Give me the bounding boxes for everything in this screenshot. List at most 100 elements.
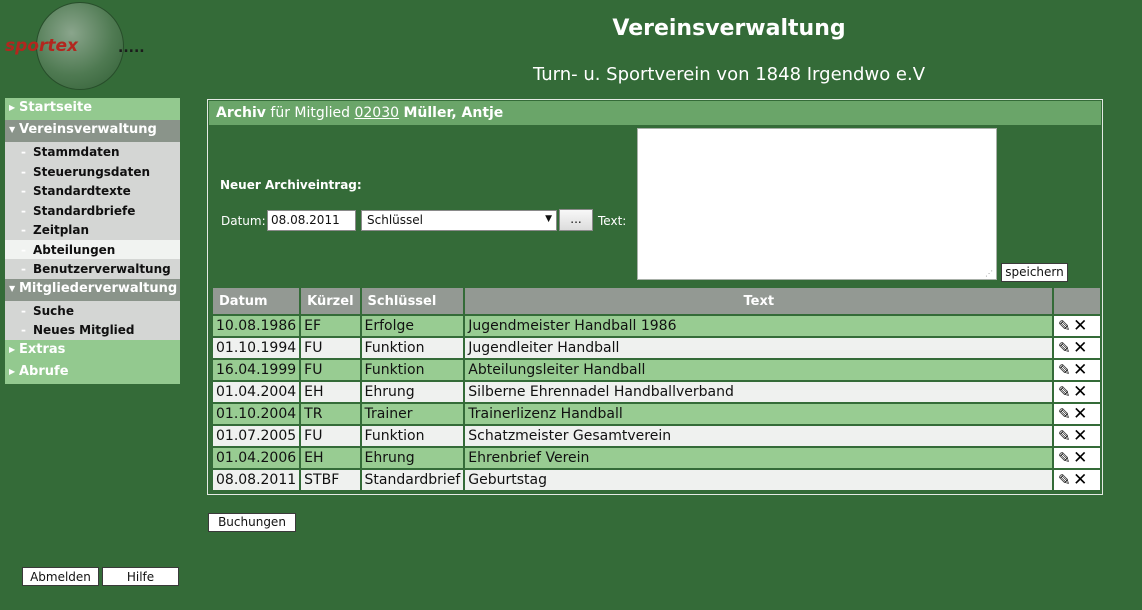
cell-date: 01.04.2004 (213, 382, 300, 402)
sidebar-subitem-zeitplan[interactable]: - Zeitplan (5, 220, 180, 240)
sidebar-item-abrufe[interactable]: ▶ Abrufe (5, 361, 180, 384)
column-header-actions (1054, 288, 1100, 314)
column-header-datum[interactable]: Datum (213, 288, 300, 314)
sidebar-subitem-label: Neues Mitglied (33, 323, 135, 337)
table-row[interactable]: 10.08.1986 EF Erfolge Jugendmeister Handbal… (213, 316, 1100, 336)
cell-date: 01.10.2004 (213, 404, 300, 424)
cell-date: 16.04.1999 (213, 360, 300, 380)
table-row[interactable]: 01.04.2006 EH Ehrung Ehrenbrief Verein ✎ ✕ (213, 448, 1100, 468)
table-row[interactable]: 16.04.1999 FU Funktion Abteilungsleiter Han… (213, 360, 1100, 380)
sidebar-item-label: Extras (19, 341, 66, 357)
sidebar-subitem-steuerungsdaten[interactable]: - Steuerungsdaten (5, 161, 180, 181)
row-actions: ✎ ✕ (1054, 338, 1100, 358)
cell-text: Jugendmeister Handball 1986 (465, 316, 1053, 336)
sidebar-item-mitgliederverwaltung[interactable]: ▼ Mitgliederverwaltung (5, 278, 180, 301)
pencil-icon[interactable]: ✎ (1056, 427, 1072, 445)
column-header-text[interactable]: Text (465, 288, 1053, 314)
sidebar-nav: ▶ Startseite ▼ Vereinsverwaltung - Stammdat… (5, 98, 180, 384)
pencil-icon[interactable]: ✎ (1056, 383, 1072, 401)
panel-title-prefix: Archiv (216, 105, 266, 121)
logout-button[interactable]: Abmelden (22, 567, 99, 586)
panel-title: Archiv für Mitglied 02030 Müller, Antje (209, 101, 1101, 125)
delete-x-icon[interactable]: ✕ (1072, 361, 1088, 379)
sidebar-subitem-stammdaten[interactable]: - Stammdaten (5, 142, 180, 162)
row-actions: ✎ ✕ (1054, 382, 1100, 402)
dash-icon: - (21, 145, 26, 159)
cell-code: STBF (301, 470, 360, 490)
delete-x-icon[interactable]: ✕ (1072, 317, 1088, 335)
pencil-icon[interactable]: ✎ (1056, 317, 1072, 335)
member-id-link[interactable]: 02030 (354, 105, 399, 121)
pencil-icon[interactable]: ✎ (1056, 449, 1072, 467)
delete-x-icon[interactable]: ✕ (1072, 339, 1088, 357)
chevron-right-icon: ▶ (9, 366, 16, 376)
delete-x-icon[interactable]: ✕ (1072, 471, 1088, 489)
row-actions: ✎ ✕ (1054, 470, 1100, 490)
date-label: Datum: (221, 214, 266, 228)
club-name: Turn- u. Sportverein von 1848 Irgendwo e… (532, 64, 926, 85)
table-row[interactable]: 01.04.2004 EH Ehrung Silberne Ehrennadel Ha… (213, 382, 1100, 402)
cell-key: Standardbrief (361, 470, 464, 490)
table-row[interactable]: 01.07.2005 FU Funktion Schatzmeister Gesamt… (213, 426, 1100, 446)
cell-code: TR (301, 404, 360, 424)
row-actions: ✎ ✕ (1054, 316, 1100, 336)
help-button[interactable]: Hilfe (102, 567, 179, 586)
app-title: Vereinsverwaltung (612, 16, 846, 41)
column-header-kuerzel[interactable]: Kürzel (301, 288, 360, 314)
sidebar-subitem-suche[interactable]: - Suche (5, 300, 180, 320)
sidebar-subitem-standardtexte[interactable]: - Standardtexte (5, 181, 180, 201)
pencil-icon[interactable]: ✎ (1056, 471, 1072, 489)
logo-text: sportex (5, 36, 78, 56)
sidebar-item-label: Vereinsverwaltung (19, 122, 157, 137)
sidebar-subitem-neues-mitglied[interactable]: - Neues Mitglied (5, 320, 180, 340)
pencil-icon[interactable]: ✎ (1056, 405, 1072, 423)
cell-text: Trainerlizenz Handball (465, 404, 1053, 424)
delete-x-icon[interactable]: ✕ (1072, 449, 1088, 467)
sidebar-item-extras[interactable]: ▶ Extras (5, 339, 180, 362)
table-row[interactable]: 01.10.2004 TR Trainer Trainerlizenz Handbal… (213, 404, 1100, 424)
sidebar-subitem-abteilungen[interactable]: - Abteilungen (5, 239, 180, 259)
key-browse-button[interactable]: ... (559, 209, 593, 231)
sidebar-subitem-label: Stammdaten (33, 145, 120, 159)
cell-date: 10.08.1986 (213, 316, 300, 336)
cell-date: 08.08.2011 (213, 470, 300, 490)
table-row[interactable]: 01.10.1994 FU Funktion Jugendleiter Handbal… (213, 338, 1100, 358)
delete-x-icon[interactable]: ✕ (1072, 383, 1088, 401)
date-input[interactable]: 08.08.2011 (267, 210, 356, 231)
text-textarea[interactable]: ⋰ (637, 128, 997, 280)
cell-text: Ehrenbrief Verein (465, 448, 1053, 468)
cell-text: Geburtstag (465, 470, 1053, 490)
pencil-icon[interactable]: ✎ (1056, 361, 1072, 379)
delete-x-icon[interactable]: ✕ (1072, 427, 1088, 445)
save-button[interactable]: speichern (1001, 263, 1068, 282)
row-actions: ✎ ✕ (1054, 448, 1100, 468)
row-actions: ✎ ✕ (1054, 360, 1100, 380)
sidebar-item-vereinsverwaltung[interactable]: ▼ Vereinsverwaltung (5, 120, 180, 142)
sidebar-item-startseite[interactable]: ▶ Startseite (5, 98, 180, 120)
delete-x-icon[interactable]: ✕ (1072, 405, 1088, 423)
pencil-icon[interactable]: ✎ (1056, 339, 1072, 357)
sidebar-item-label: Abrufe (19, 363, 69, 379)
cell-text: Schatzmeister Gesamtverein (465, 426, 1053, 446)
column-header-schluessel[interactable]: Schlüssel (361, 288, 464, 314)
sidebar-subitem-benutzerverwaltung[interactable]: - Benutzerverwaltung (5, 259, 180, 279)
sidebar-item-label: Mitgliederverwaltung (19, 280, 178, 296)
new-entry-label: Neuer Archiveintrag: (220, 178, 362, 192)
text-label: Text: (598, 214, 627, 228)
sidebar-subitem-label: Abteilungen (33, 242, 116, 257)
sidebar-subitem-label: Standardtexte (33, 184, 131, 198)
logo-suffix: ..... (118, 40, 145, 56)
cell-code: FU (301, 338, 360, 358)
bookings-button[interactable]: Buchungen (208, 513, 296, 532)
resize-grip-icon[interactable]: ⋰ (985, 269, 993, 278)
sidebar-subitem-standardbriefe[interactable]: - Standardbriefe (5, 200, 180, 220)
table-row[interactable]: 08.08.2011 STBF Standardbrief Geburtstag ✎ ✕ (213, 470, 1100, 490)
dash-icon: - (21, 164, 26, 179)
row-actions: ✎ ✕ (1054, 426, 1100, 446)
dash-icon: - (21, 303, 26, 318)
cell-text: Abteilungsleiter Handball (465, 360, 1053, 380)
key-select[interactable]: Schlüssel ▼ (361, 210, 557, 231)
chevron-down-icon: ▼ (545, 214, 552, 224)
key-select-value: Schlüssel (367, 213, 423, 227)
cell-date: 01.07.2005 (213, 426, 300, 446)
